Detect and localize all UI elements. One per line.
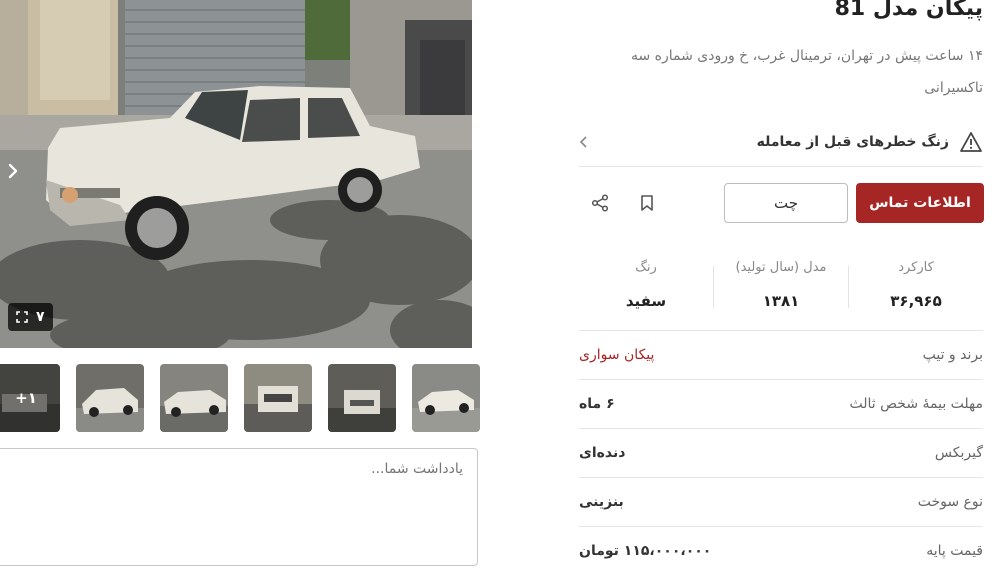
stat-model-year: مدل (سال تولید) ۱۳۸۱: [714, 252, 848, 314]
bookmark-button[interactable]: [634, 190, 660, 216]
detail-label: گیربکس: [934, 445, 983, 461]
stat-divider: [713, 266, 714, 308]
share-icon: [591, 194, 609, 212]
note-input[interactable]: [0, 448, 478, 566]
thumbnail-image: [160, 364, 228, 432]
next-photo-button[interactable]: [0, 158, 26, 184]
stat-label: مدل (سال تولید): [735, 260, 827, 275]
stat-value: ۱۳۸۱: [762, 292, 800, 310]
photo-count: ۷: [36, 309, 45, 325]
listing-location: ۱۴ ساعت پیش در تهران، ترمینال غرب، خ ورو…: [630, 48, 983, 96]
detail-label: قیمت پایه: [926, 543, 983, 559]
car-photo-image: [0, 0, 472, 348]
stat-value: سفید: [625, 292, 667, 310]
thumbnail-image: [328, 364, 396, 432]
thumbnail-strip: +۱: [0, 364, 480, 432]
chevron-left-icon: [579, 136, 587, 148]
detail-label: برند و تیپ: [922, 347, 983, 363]
detail-row-gearbox: گیربکس دنده‌ای: [579, 428, 983, 477]
detail-row-insurance: مهلت بیمهٔ شخص ثالث ۶ ماه: [579, 379, 983, 428]
thumbnail-6[interactable]: [412, 364, 480, 432]
contact-info-button[interactable]: اطلاعات تماس: [856, 183, 984, 223]
photo-count-badge[interactable]: ۷: [8, 303, 53, 331]
stats-row: کارکرد ۳۶,۹۶۵ مدل (سال تولید) ۱۳۸۱ رنگ س…: [579, 252, 983, 314]
bookmark-icon: [641, 195, 653, 211]
detail-row-brand: برند و تیپ پیکان سواری: [579, 330, 983, 379]
stat-label: رنگ: [635, 260, 657, 275]
stat-value: ۳۶,۹۶۵: [890, 292, 942, 310]
thumbnail-more-count: +۱: [0, 364, 60, 432]
detail-value: ۱۱۵،۰۰۰،۰۰۰ تومان: [579, 543, 712, 559]
brand-link[interactable]: پیکان سواری: [579, 347, 654, 363]
stat-label: کارکرد: [898, 260, 934, 275]
stat-color: رنگ سفید: [579, 252, 713, 314]
detail-label: مهلت بیمهٔ شخص ثالث: [849, 396, 984, 412]
detail-value: دنده‌ای: [579, 445, 626, 461]
thumbnail-image: [76, 364, 144, 432]
chevron-right-icon: [8, 163, 18, 179]
warning-icon: [960, 132, 982, 152]
stat-divider: [848, 266, 849, 308]
thumbnail-2[interactable]: [76, 364, 144, 432]
detail-row-fuel: نوع سوخت بنزینی: [579, 477, 983, 526]
listing-title: پیکان مدل 81: [834, 0, 983, 21]
risk-warnings-row[interactable]: زنگ خطرهای قبل از معامله: [579, 118, 983, 167]
main-car-photo[interactable]: ۷: [0, 0, 472, 348]
chat-button[interactable]: چت: [724, 183, 848, 223]
detail-value: ۶ ماه: [579, 396, 615, 412]
thumbnail-5[interactable]: [328, 364, 396, 432]
thumbnail-image: [244, 364, 312, 432]
risk-warnings-label: زنگ خطرهای قبل از معامله: [756, 134, 949, 150]
detail-label: نوع سوخت: [917, 494, 983, 510]
thumbnail-more[interactable]: +۱: [0, 364, 60, 432]
share-button[interactable]: [587, 190, 613, 216]
stat-mileage: کارکرد ۳۶,۹۶۵: [849, 252, 983, 314]
thumbnail-3[interactable]: [160, 364, 228, 432]
thumbnail-image: [412, 364, 480, 432]
detail-value: بنزینی: [579, 494, 624, 510]
thumbnail-4[interactable]: [244, 364, 312, 432]
expand-icon: [16, 311, 28, 323]
